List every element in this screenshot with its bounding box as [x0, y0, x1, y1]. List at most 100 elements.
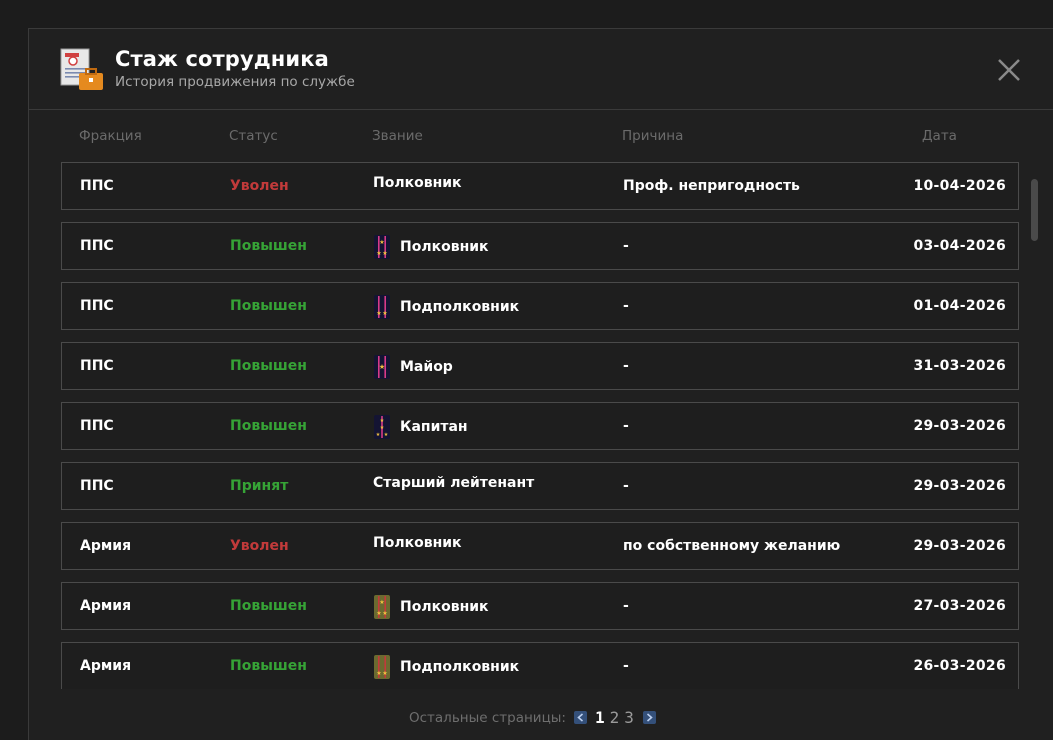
row-reason: - — [623, 238, 629, 254]
document-briefcase-icon — [59, 47, 105, 93]
row-date: 29-03-2026 — [913, 418, 1006, 434]
row-date: 10-04-2026 — [913, 178, 1006, 194]
svg-text:★: ★ — [380, 425, 385, 431]
row-rank-label: Полковник — [400, 599, 489, 615]
row-faction: ППС — [80, 418, 114, 434]
history-row: Армия Повышен ★ ★ ★ Полковник -27-03-2026 — [61, 582, 1019, 630]
row-status: Повышен — [230, 418, 307, 434]
row-status: Повышен — [230, 598, 307, 614]
row-rank: ★ ★ ★ Полковник — [373, 595, 489, 619]
column-header-faction: Фракция — [79, 128, 142, 144]
row-rank-label: Полковник — [373, 535, 462, 551]
svg-text:★: ★ — [376, 610, 381, 617]
row-status: Повышен — [230, 238, 307, 254]
svg-text:★: ★ — [382, 310, 387, 317]
column-header-status: Статус — [229, 128, 278, 144]
row-rank-label: Подполковник — [400, 299, 520, 315]
page-3-link[interactable]: 3 — [624, 708, 634, 727]
row-rank-label: Майор — [400, 359, 453, 375]
modal-title: Стаж сотрудника — [115, 47, 329, 71]
svg-text:★: ★ — [382, 670, 387, 677]
svg-text:★: ★ — [376, 670, 381, 677]
row-date: 29-03-2026 — [913, 478, 1006, 494]
column-header-date: Дата — [922, 128, 957, 144]
row-status: Уволен — [230, 178, 289, 194]
row-reason: по собственному желанию — [623, 538, 841, 554]
svg-text:★: ★ — [380, 418, 385, 424]
page-2-link[interactable]: 2 — [610, 708, 620, 727]
row-rank: Полковник — [373, 535, 462, 551]
column-header-reason: Причина — [622, 128, 684, 144]
row-rank-label: Капитан — [400, 419, 468, 435]
row-reason: - — [623, 658, 629, 674]
row-rank-label: Старший лейтенант — [373, 475, 535, 491]
row-faction: Армия — [80, 598, 132, 614]
row-rank-label: Подполковник — [400, 659, 520, 675]
svg-text:★: ★ — [382, 250, 387, 257]
row-faction: ППС — [80, 298, 114, 314]
rank-insignia-icon: ★ ★ ★ — [373, 595, 391, 619]
svg-text:★: ★ — [376, 432, 381, 438]
row-reason: Проф. непригодность — [623, 178, 800, 194]
svg-text:★: ★ — [382, 610, 387, 617]
row-faction: ППС — [80, 358, 114, 374]
rank-insignia-icon: ★ — [373, 355, 391, 379]
row-rank-label: Полковник — [400, 239, 489, 255]
row-faction: Армия — [80, 538, 132, 554]
history-row: ППС Повышен ★ ★ Подполковник - 01-04-2026 — [61, 282, 1019, 330]
close-icon[interactable] — [995, 56, 1023, 84]
row-rank: ★ Майор — [373, 355, 453, 379]
modal-subtitle: История продвижения по службе — [115, 74, 355, 90]
row-faction: Армия — [80, 658, 132, 674]
row-date: 27-03-2026 — [913, 598, 1006, 614]
column-header-rank: Звание — [372, 128, 423, 144]
history-list: ППС Уволен Полковник Проф. непригодность 10-… — [61, 162, 1019, 689]
row-reason: - — [623, 358, 629, 374]
history-row: Армия Повышен ★ ★ Подполковник - 26-03-2026 — [61, 642, 1019, 689]
row-rank: ★ ★ Подполковник — [373, 655, 519, 679]
scrollbar[interactable] — [1029, 179, 1041, 714]
row-faction: ППС — [80, 238, 114, 254]
row-reason: - — [623, 478, 629, 494]
history-row: ППС Повышен ★ ★ ★ Полковник -03-04-2026 — [61, 222, 1019, 270]
row-faction: ППС — [80, 478, 114, 494]
row-reason: - — [623, 298, 629, 314]
history-row: ППС Уволен Полковник Проф. непригодность 10-… — [61, 162, 1019, 210]
row-rank: Старший лейтенант — [373, 475, 534, 491]
row-date: 26-03-2026 — [913, 658, 1006, 674]
row-status: Уволен — [230, 538, 289, 554]
rank-insignia-icon: ★ ★ — [373, 655, 391, 679]
chevron-left-icon[interactable] — [573, 711, 587, 724]
row-rank: Полковник — [373, 175, 462, 191]
rank-insignia-icon: ★ ★ ★ — [373, 235, 391, 259]
pagination-label: Остальные страницы: — [409, 709, 566, 726]
row-date: 03-04-2026 — [913, 238, 1006, 254]
svg-text:★: ★ — [379, 239, 384, 246]
row-date: 01-04-2026 — [913, 298, 1006, 314]
pagination: Остальные страницы: 1 2 3 — [409, 708, 664, 727]
history-row: Армия Уволен Полковник по собственному жела… — [61, 522, 1019, 570]
row-reason: - — [623, 418, 629, 434]
scrollbar-thumb[interactable] — [1031, 179, 1038, 241]
row-date: 29-03-2026 — [913, 538, 1006, 554]
row-status: Повышен — [230, 358, 307, 374]
chevron-right-icon[interactable] — [642, 711, 656, 724]
row-rank-label: Полковник — [373, 175, 462, 191]
rank-insignia-icon: ★ ★ ★ ★ — [373, 415, 391, 439]
svg-text:★: ★ — [376, 250, 381, 257]
history-row: ППС Повышен ★ Майор - 31-03-2026 — [61, 342, 1019, 390]
row-status: Повышен — [230, 658, 307, 674]
svg-text:★: ★ — [376, 310, 381, 317]
row-status: Принят — [230, 478, 289, 494]
rank-insignia-icon: ★ ★ — [373, 295, 391, 319]
page-1-link[interactable]: 1 — [595, 708, 605, 727]
row-rank: ★ ★ Подполковник — [373, 295, 519, 319]
svg-text:★: ★ — [384, 432, 389, 438]
history-row: ППС Принят Старший лейтенант - 29-03-2026 — [61, 462, 1019, 510]
row-faction: ППС — [80, 178, 114, 194]
svg-text:★: ★ — [379, 363, 385, 371]
row-rank: ★ ★ ★ ★ Капитан — [373, 415, 468, 439]
row-rank: ★ ★ ★ Полковник — [373, 235, 489, 259]
row-reason: - — [623, 598, 629, 614]
svg-text:★: ★ — [379, 599, 384, 606]
